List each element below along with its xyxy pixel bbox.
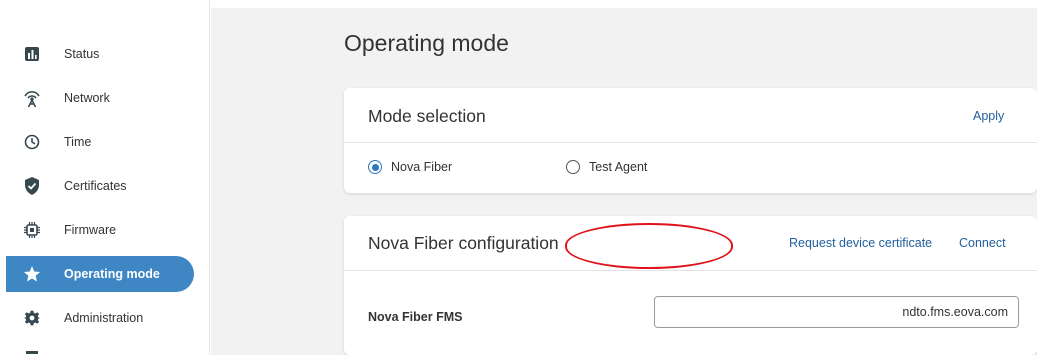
gear-icon — [22, 308, 42, 328]
sidebar-item-label: Status — [64, 47, 100, 61]
radio-label: Nova Fiber — [391, 160, 453, 174]
main-content: Operating mode Mode selection Apply Nova… — [211, 8, 1037, 355]
apply-button[interactable]: Apply — [973, 109, 1004, 123]
shield-check-icon — [22, 176, 42, 196]
radio-label: Test Agent — [589, 160, 648, 174]
sidebar-item-label: Administration — [64, 311, 144, 325]
sidebar-item-label: Time — [64, 135, 92, 149]
divider — [344, 270, 1037, 271]
sidebar-item-administration[interactable]: Administration — [6, 300, 194, 336]
nova-fiber-config-card: Nova Fiber configuration Request device … — [344, 216, 1037, 355]
antenna-icon — [22, 88, 42, 108]
request-device-certificate-button[interactable]: Request device certificate — [789, 236, 932, 250]
chip-icon — [22, 220, 42, 240]
fms-input[interactable] — [654, 296, 1019, 328]
sidebar-item-label: Certificates — [64, 179, 127, 193]
sidebar-item-network[interactable]: Network — [6, 80, 194, 116]
sidebar-item-label: Firmware — [64, 223, 117, 237]
bar-chart-icon — [22, 44, 42, 64]
radio-nova-fiber[interactable]: Nova Fiber — [368, 160, 452, 174]
sidebar-item-status[interactable]: Status — [6, 36, 194, 72]
clock-icon — [22, 132, 42, 152]
star-icon — [22, 264, 42, 284]
sidebar-item-time[interactable]: Time — [6, 124, 194, 160]
partial-icon — [22, 342, 42, 355]
radio-checked-icon[interactable] — [368, 160, 382, 174]
sidebar-item-operating-mode[interactable]: Operating mode — [6, 256, 194, 292]
sidebar-item-firmware[interactable]: Firmware — [6, 212, 194, 248]
sidebar: Status Network Time Certificates Firmwar… — [0, 0, 210, 355]
divider — [344, 142, 1037, 143]
card-title: Mode selection — [368, 106, 486, 126]
fms-field-label: Nova Fiber FMS — [368, 310, 463, 324]
page-title: Operating mode — [344, 30, 509, 56]
radio-unchecked-icon[interactable] — [566, 160, 580, 174]
sidebar-item-label: Operating mode — [64, 267, 160, 281]
mode-selection-card: Mode selection Apply Nova Fiber Test Age… — [344, 88, 1037, 193]
sidebar-item-certificates[interactable]: Certificates — [6, 168, 194, 204]
sidebar-item-label: Network — [64, 91, 110, 105]
sidebar-item-partial[interactable] — [6, 340, 194, 355]
card-title: Nova Fiber configuration — [368, 233, 559, 253]
radio-test-agent[interactable]: Test Agent — [566, 160, 647, 174]
connect-button[interactable]: Connect — [959, 236, 1006, 250]
